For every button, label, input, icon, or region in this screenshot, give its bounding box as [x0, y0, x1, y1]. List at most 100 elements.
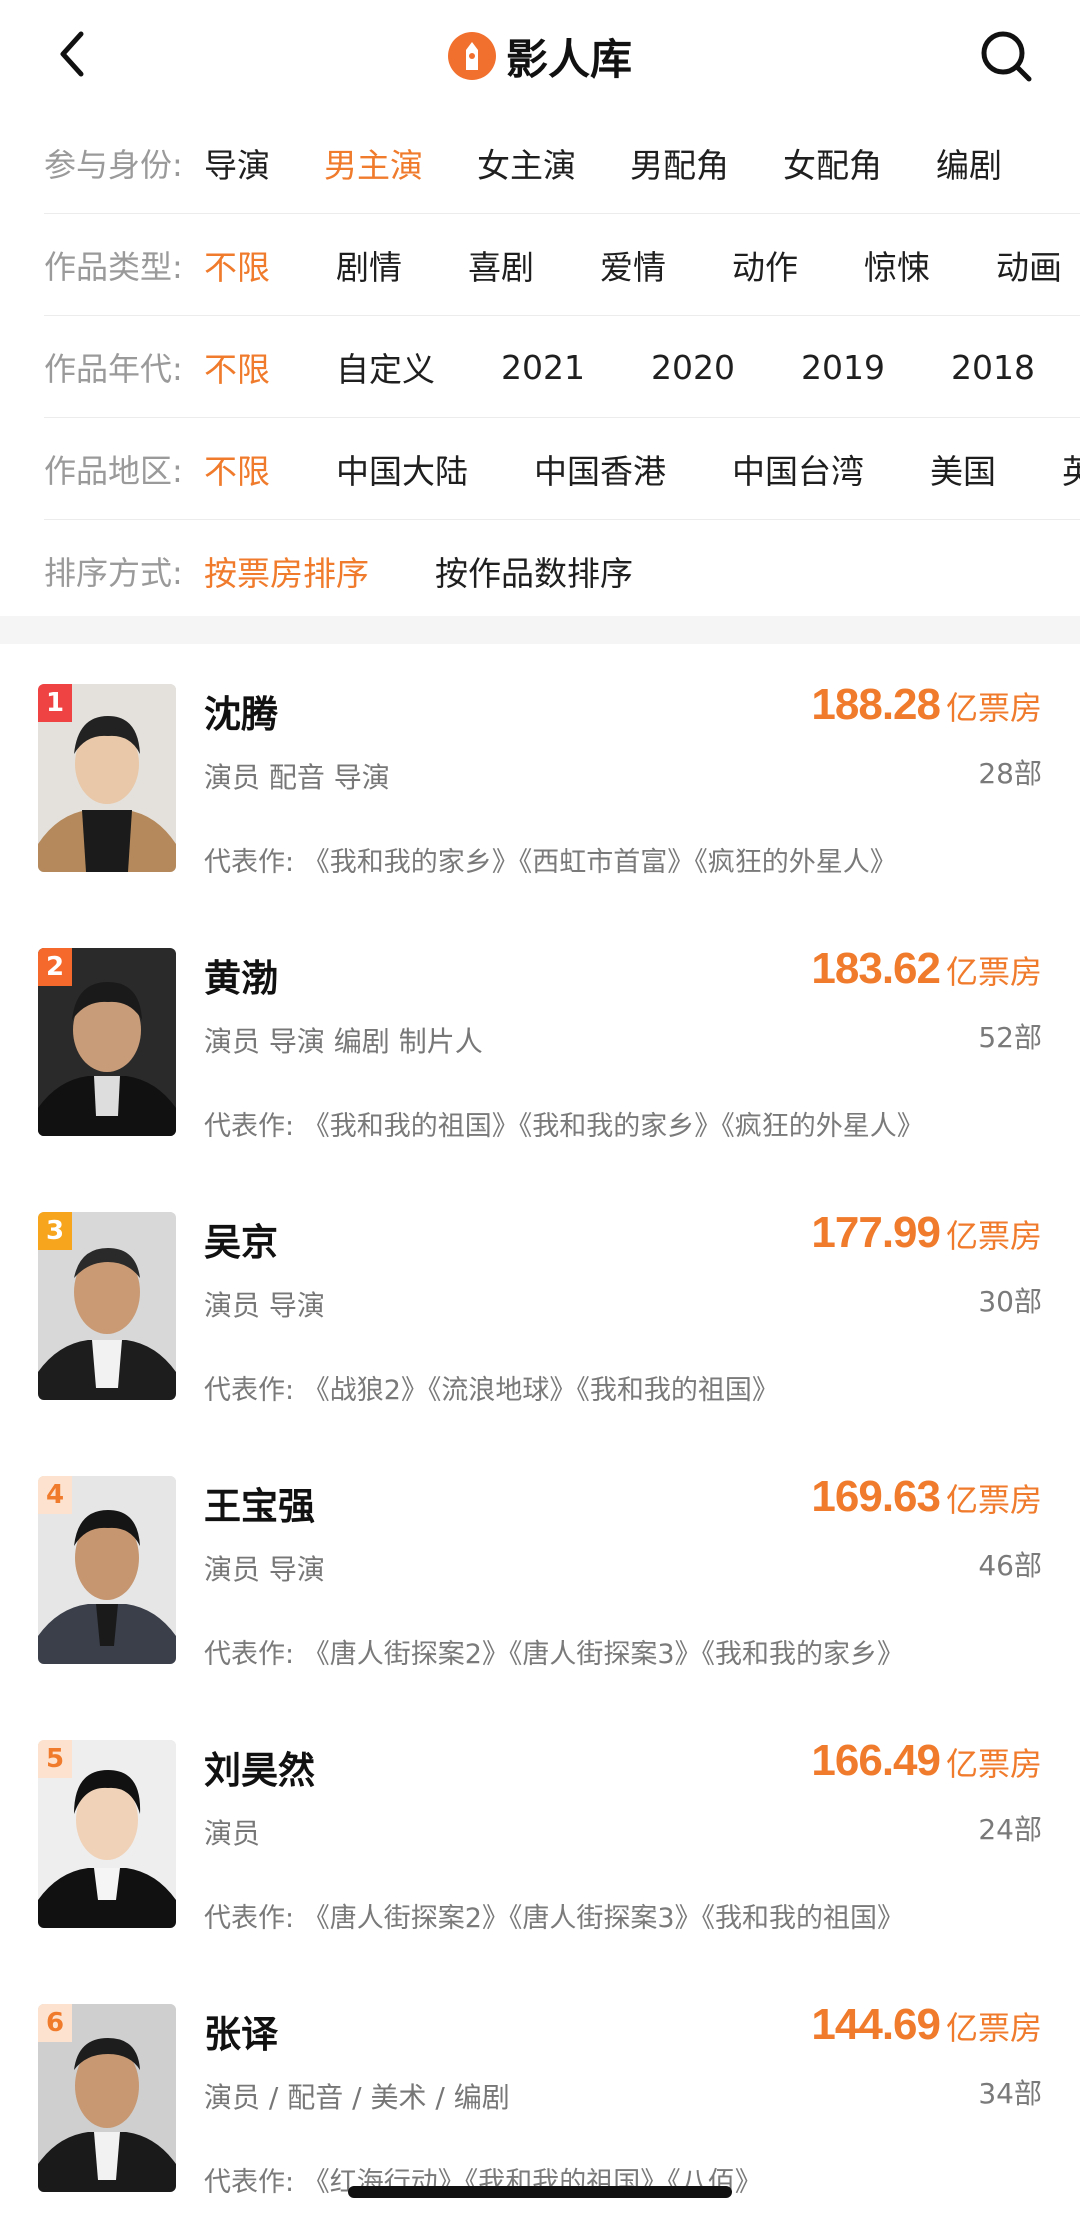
list-item[interactable]: 4 王宝强 演员 导演 代表作: 《唐人街探案2》《唐人街探案3》《我和我的家乡…	[0, 1436, 1080, 1700]
avatar[interactable]: 6	[38, 2004, 176, 2192]
filter-option[interactable]: 中国大陆	[336, 445, 468, 493]
rank-badge: 6	[38, 2004, 72, 2042]
filter-option-active[interactable]: 不限	[204, 445, 270, 493]
search-icon	[981, 31, 1032, 82]
person-roles: 演员	[204, 1817, 261, 1850]
filter-option[interactable]: 女主演	[477, 139, 576, 187]
works-list: 《唐人街探案2》《唐人街探案3》《我和我的祖国》	[302, 1903, 905, 1934]
representative-works: 代表作: 《唐人街探案2》《唐人街探案3》《我和我的祖国》	[204, 1896, 904, 1935]
avatar[interactable]: 5	[38, 1740, 176, 1928]
filter-option[interactable]: 2019	[801, 348, 885, 387]
filter-option-active[interactable]: 不限	[204, 343, 270, 391]
works-list: 《我和我的祖国》《我和我的家乡》《疯狂的外星人》	[302, 1111, 924, 1142]
filter-option[interactable]: 美国	[930, 445, 996, 493]
box-office: 166.49 亿票房	[811, 1736, 1042, 1786]
person-roles: 演员 导演	[204, 1289, 325, 1322]
filter-option[interactable]: 2021	[501, 348, 585, 387]
box-office-value: 177.99	[811, 1208, 941, 1257]
list-item[interactable]: 5 刘昊然 演员 代表作: 《唐人街探案2》《唐人街探案3》《我和我的祖国》 1…	[0, 1700, 1080, 1964]
filter-option[interactable]: 女配角	[783, 139, 882, 187]
box-office: 144.69 亿票房	[811, 2000, 1042, 2050]
works-prefix: 代表作:	[204, 1639, 295, 1670]
person-name: 黄渤	[204, 957, 278, 1000]
person-roles: 演员 配音 导演	[204, 761, 390, 794]
filter-option[interactable]: 剧情	[336, 241, 402, 289]
work-count: 24部	[978, 1813, 1042, 1846]
filter-option[interactable]: 英	[1062, 445, 1080, 493]
filter-row-sort: 排序方式: 按票房排序 按作品数排序	[44, 520, 1080, 620]
works-prefix: 代表作:	[204, 847, 295, 878]
filter-option[interactable]: 2018	[951, 348, 1035, 387]
rank-badge: 1	[38, 684, 72, 722]
filter-row-year: 作品年代: 不限 自定义 2021 2020 2019 2018 2	[44, 316, 1080, 418]
section-divider	[0, 616, 1080, 644]
avatar[interactable]: 3	[38, 1212, 176, 1400]
filter-option[interactable]: 中国台湾	[732, 445, 864, 493]
film-lighthouse-logo-icon	[447, 32, 496, 80]
page-title: 影人库	[505, 34, 632, 84]
filter-option[interactable]: 爱情	[600, 241, 666, 289]
box-office-unit: 亿票房	[945, 1745, 1042, 1783]
rank-badge: 2	[38, 948, 72, 986]
filter-option[interactable]: 中国香港	[534, 445, 666, 493]
search-button[interactable]	[976, 26, 1036, 86]
filter-row-genre: 作品类型: 不限 剧情 喜剧 爱情 动作 惊悚 动画	[44, 214, 1080, 316]
works-prefix: 代表作:	[204, 1111, 295, 1142]
box-office-value: 169.63	[811, 1472, 941, 1521]
person-name: 刘昊然	[204, 1749, 315, 1792]
box-office-unit: 亿票房	[945, 689, 1042, 727]
representative-works: 代表作: 《战狼2》《流浪地球》《我和我的祖国》	[204, 1368, 779, 1407]
filter-option[interactable]: 自定义	[336, 343, 435, 391]
work-count: 30部	[978, 1285, 1042, 1318]
rank-badge: 3	[38, 1212, 72, 1250]
filter-option[interactable]: 动画	[996, 241, 1062, 289]
box-office-unit: 亿票房	[945, 2009, 1042, 2047]
box-office-unit: 亿票房	[945, 953, 1042, 991]
filter-option[interactable]: 男配角	[630, 139, 729, 187]
box-office: 183.62 亿票房	[811, 944, 1042, 994]
person-name: 张译	[204, 2013, 278, 2056]
filter-label: 作品类型:	[44, 248, 183, 286]
list-item[interactable]: 2 黄渤 演员 导演 编剧 制片人 代表作: 《我和我的祖国》《我和我的家乡》《…	[0, 908, 1080, 1172]
filter-option[interactable]: 导演	[204, 139, 270, 187]
avatar[interactable]: 4	[38, 1476, 176, 1664]
representative-works: 代表作: 《唐人街探案2》《唐人街探案3》《我和我的家乡》	[204, 1632, 904, 1671]
sort-option[interactable]: 按作品数排序	[435, 547, 633, 595]
box-office-value: 183.62	[811, 944, 941, 993]
person-roles: 演员 导演 编剧 制片人	[204, 1025, 483, 1058]
works-prefix: 代表作:	[204, 2167, 295, 2198]
filter-option[interactable]: 2020	[651, 348, 735, 387]
work-count: 34部	[978, 2077, 1042, 2110]
representative-works: 代表作: 《我和我的祖国》《我和我的家乡》《疯狂的外星人》	[204, 1104, 924, 1143]
filter-label: 作品年代:	[44, 350, 183, 388]
filter-label: 作品地区:	[44, 452, 183, 490]
filter-option-active[interactable]: 男主演	[324, 139, 423, 187]
filter-panel: 参与身份: 导演 男主演 女主演 男配角 女配角 编剧 作品类型: 不限 剧情 …	[0, 112, 1080, 620]
list-item[interactable]: 1 沈腾 演员 配音 导演 代表作: 《我和我的家乡》《西虹市首富》《疯狂的外星…	[0, 644, 1080, 908]
person-roles: 演员 / 配音 / 美术 / 编剧	[204, 2081, 510, 2114]
filter-row-region: 作品地区: 不限 中国大陆 中国香港 中国台湾 美国 英	[44, 418, 1080, 520]
work-count: 28部	[978, 757, 1042, 790]
filter-option[interactable]: 动作	[732, 241, 798, 289]
person-name: 吴京	[204, 1221, 278, 1264]
list-item[interactable]: 6 张译 演员 / 配音 / 美术 / 编剧 代表作: 《红海行动》《我和我的祖…	[0, 1964, 1080, 2218]
box-office-unit: 亿票房	[945, 1217, 1042, 1255]
works-list: 《战狼2》《流浪地球》《我和我的祖国》	[302, 1375, 779, 1406]
filter-option[interactable]: 惊悚	[864, 241, 930, 289]
person-name: 王宝强	[204, 1485, 315, 1528]
filter-option[interactable]: 喜剧	[468, 241, 534, 289]
avatar[interactable]: 1	[38, 684, 176, 872]
filter-label: 排序方式:	[44, 554, 183, 592]
avatar[interactable]: 2	[38, 948, 176, 1136]
representative-works: 代表作: 《我和我的家乡》《西虹市首富》《疯狂的外星人》	[204, 840, 897, 879]
filter-option[interactable]: 编剧	[936, 139, 1002, 187]
list-item[interactable]: 3 吴京 演员 导演 代表作: 《战狼2》《流浪地球》《我和我的祖国》 177.…	[0, 1172, 1080, 1436]
works-prefix: 代表作:	[204, 1375, 295, 1406]
sort-option-active[interactable]: 按票房排序	[204, 547, 369, 595]
filter-option-active[interactable]: 不限	[204, 241, 270, 289]
home-indicator[interactable]	[348, 2186, 732, 2198]
box-office: 188.28 亿票房	[811, 680, 1042, 730]
app-header: 影人库	[0, 0, 1080, 112]
celebrity-list: 1 沈腾 演员 配音 导演 代表作: 《我和我的家乡》《西虹市首富》《疯狂的外星…	[0, 644, 1080, 2218]
box-office-value: 144.69	[811, 2000, 941, 2049]
